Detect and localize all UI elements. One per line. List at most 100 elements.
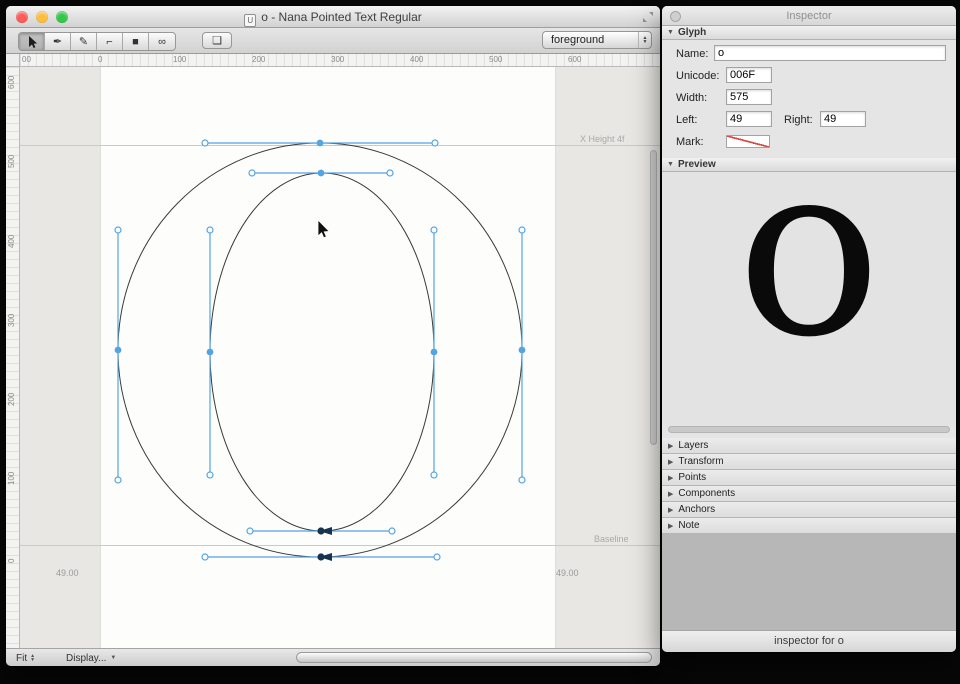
glyph-outline	[117, 142, 523, 558]
font-editor-window: Uo - Nana Pointed Text Regular ✒ ✎ ⌐ ■ ∞…	[6, 6, 660, 666]
section-label: Transform	[678, 456, 724, 467]
preview-scrollbar[interactable]	[668, 426, 950, 433]
on-curve-points	[114, 139, 526, 356]
ruler-label: 200	[7, 392, 16, 406]
ruler-label: 300	[331, 55, 345, 64]
select-tool-button[interactable]	[19, 33, 45, 50]
popup-arrows-icon: ▲ ▼	[638, 32, 651, 48]
ruler-label: 200	[252, 55, 266, 64]
section-components[interactable]: ▶ Components	[662, 486, 956, 502]
inspector-empty-area	[662, 534, 956, 630]
disclosure-closed-icon: ▶	[668, 474, 674, 482]
status-bar: Fit ▲ ▼ Display... ▼	[6, 648, 660, 666]
transform-icon: ❏	[212, 35, 222, 47]
section-layers[interactable]: ▶ Layers	[662, 438, 956, 454]
ruler-label: 500	[489, 55, 503, 64]
popup-arrows-icon: ▲ ▼	[30, 653, 36, 663]
horizontal-ruler: 00 0 100 200 300 400 500 600	[20, 54, 660, 67]
section-label: Anchors	[678, 504, 716, 515]
ruler-label: 300	[7, 313, 16, 327]
glyph-edit-canvas[interactable]: X Height 4f Baseline 49.00 49.00	[20, 67, 660, 648]
ruler-label: 600	[568, 55, 582, 64]
pencil-icon: ✎	[78, 36, 89, 48]
disclosure-closed-icon: ▶	[668, 522, 674, 530]
select-arrow-icon	[29, 35, 37, 48]
inspector-panel: Inspector ▼ Glyph Name: Unicode: Width: …	[662, 6, 956, 652]
disclosure-closed-icon: ▶	[668, 458, 674, 466]
section-label: Layers	[678, 440, 709, 451]
section-label: Points	[678, 472, 707, 483]
corner-tool-button[interactable]: ⌐	[97, 33, 123, 50]
disclosure-open-icon: ▼	[667, 161, 674, 168]
selected-points	[317, 527, 332, 561]
mark-color-swatch[interactable]	[726, 135, 770, 148]
window-title: Uo - Nana Pointed Text Regular	[6, 10, 660, 27]
document-proxy-icon[interactable]: U	[244, 14, 257, 27]
ruler-label: 0	[7, 558, 16, 563]
section-points[interactable]: ▶ Points	[662, 470, 956, 486]
ruler-corner	[6, 54, 20, 67]
glyph-preview: o	[736, 172, 882, 390]
width-field[interactable]	[726, 89, 772, 105]
inspector-footer: inspector for o	[662, 630, 956, 652]
name-field[interactable]	[714, 45, 946, 61]
display-popup[interactable]: Display... ▼	[66, 651, 116, 665]
mouse-cursor-icon	[317, 219, 331, 239]
inspector-titlebar[interactable]: Inspector	[662, 6, 956, 26]
ruler-label: 100	[173, 55, 187, 64]
tool-group: ✒ ✎ ⌐ ■ ∞	[18, 32, 176, 51]
disclosure-closed-icon: ▶	[668, 442, 674, 450]
ruler-label: 400	[7, 234, 16, 248]
section-anchors[interactable]: ▶ Anchors	[662, 502, 956, 518]
glyph-preview-area: o	[662, 172, 956, 426]
rectangle-icon: ■	[132, 35, 139, 48]
ruler-label: 500	[7, 154, 16, 168]
off-curve-points	[114, 139, 526, 561]
circles-icon: ∞	[158, 35, 166, 48]
fit-popup[interactable]: Fit ▲ ▼	[16, 651, 35, 665]
ruler-label: 100	[7, 471, 16, 485]
primitives-tool-button[interactable]: ■	[123, 33, 149, 50]
section-label: Components	[678, 488, 736, 499]
disclosure-open-icon: ▼	[667, 29, 674, 36]
triangle-down-icon: ▼	[110, 655, 117, 661]
vertical-scrollbar[interactable]	[650, 150, 657, 445]
toolbar: ✒ ✎ ⌐ ■ ∞ ❏ foreground ▲ ▼	[6, 28, 660, 54]
disclosure-closed-icon: ▶	[668, 490, 674, 498]
vertical-ruler: 600 500 400 300 200 100 0	[6, 67, 20, 648]
ruler-label: 400	[410, 55, 424, 64]
section-note[interactable]: ▶ Note	[662, 518, 956, 534]
unicode-field[interactable]	[726, 67, 772, 83]
preview-section-header[interactable]: ▼ Preview	[662, 158, 956, 172]
left-label: Left:	[676, 114, 698, 126]
control-handles	[117, 142, 523, 558]
disclosure-closed-icon: ▶	[668, 506, 674, 514]
glyph-outline-svg[interactable]	[20, 67, 660, 648]
ruler-label: 600	[7, 75, 16, 89]
fit-popup-label: Fit	[16, 652, 28, 664]
section-label: Note	[678, 520, 700, 531]
corner-icon: ⌐	[106, 35, 113, 48]
layer-popup[interactable]: foreground ▲ ▼	[542, 31, 652, 49]
ruler-label: 0	[98, 55, 103, 64]
section-transform[interactable]: ▶ Transform	[662, 454, 956, 470]
shapes-tool-button[interactable]: ∞	[149, 33, 175, 50]
transform-tool-button[interactable]: ❏	[202, 32, 232, 49]
unicode-label: Unicode:	[676, 70, 720, 82]
titlebar[interactable]: Uo - Nana Pointed Text Regular	[6, 6, 660, 28]
name-label: Name:	[676, 48, 709, 60]
horizontal-scrollbar[interactable]	[296, 652, 652, 663]
preview-section-label: Preview	[677, 159, 716, 170]
pen-tool-button[interactable]: ✒	[45, 33, 71, 50]
left-field[interactable]	[726, 111, 772, 127]
glyph-section-label: Glyph	[677, 27, 707, 38]
display-popup-label: Display...	[66, 652, 107, 664]
pen-icon: ✒	[52, 36, 63, 48]
right-label: Right:	[784, 114, 813, 126]
right-field[interactable]	[820, 111, 866, 127]
glyph-section-header[interactable]: ▼ Glyph	[662, 26, 956, 40]
fullscreen-icon[interactable]	[642, 11, 654, 23]
inspector-title: Inspector	[786, 10, 832, 22]
pencil-tool-button[interactable]: ✎	[71, 33, 97, 50]
window-title-text: o - Nana Pointed Text Regular	[261, 10, 422, 24]
